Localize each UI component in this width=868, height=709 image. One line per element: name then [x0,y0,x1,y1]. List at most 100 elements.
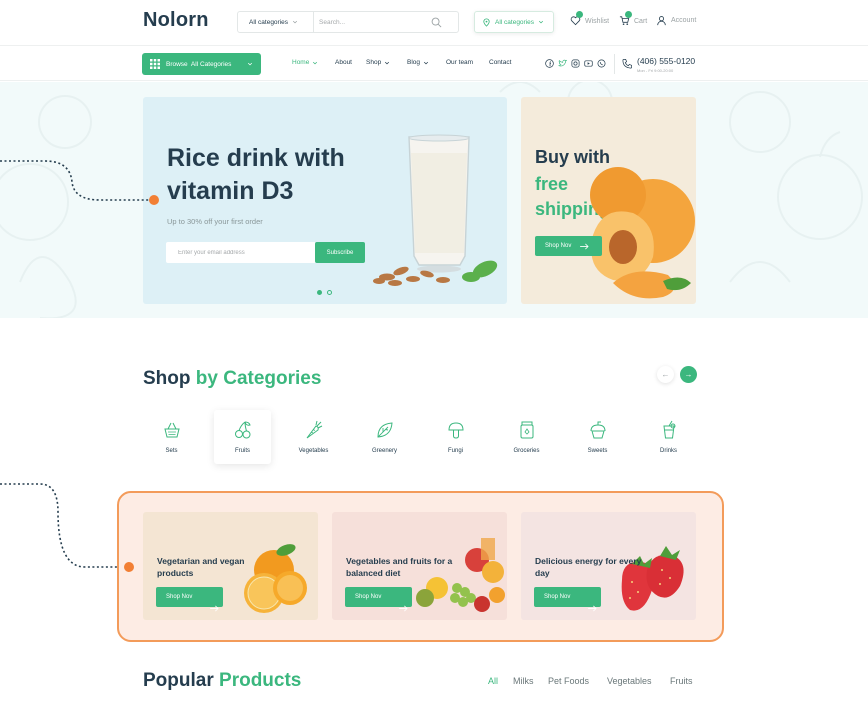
promo-shop-label: Shop Nov [355,594,382,600]
category-fungi[interactable]: Fungi [427,410,484,464]
wishlist-link[interactable]: Wishlist [570,11,610,28]
account-label: Account [671,17,697,24]
promo-card-vegan: Vegetarian and vegan products Shop Nov [143,512,318,620]
leaf-icon [376,422,393,438]
nav-our-team-label: Our team [446,59,474,66]
categories-prev-button[interactable]: ← [657,366,674,383]
search-box: All categories [237,11,459,33]
cart-badge [625,11,632,18]
promo-title: Vegetarian and vegan products [157,556,245,578]
nav-about[interactable]: About [335,59,352,66]
promo-title: Vegetables and fruits for a balanced die… [346,556,453,578]
category-label: Groceries [513,448,540,454]
popular-title-plain: Popular [143,670,214,691]
location-select[interactable]: All categories [474,11,554,33]
jar-icon [520,421,533,439]
email-input[interactable] [166,242,316,263]
promo-shop-button[interactable]: Shop Nov [345,587,412,612]
category-vegetables[interactable]: Vegetables [285,410,342,464]
hero-subtitle: Up to 30% off your first order [167,217,263,226]
callout-connector-1 [0,160,150,201]
milk-glass-image [373,134,498,286]
facebook-icon[interactable] [545,59,554,68]
youtube-icon[interactable] [584,59,593,68]
callout-marker-1 [149,195,159,205]
tab-vegetables[interactable]: Vegetables [607,676,652,686]
nav-shop-label: Shop [366,59,382,66]
category-sets[interactable]: Sets [143,410,200,464]
category-label: Fruits [235,448,250,454]
header-top: Nolorn All categories All categories Wis… [0,0,868,46]
promo-shop-button[interactable]: Shop Nov [156,587,223,612]
category-fruits[interactable]: Fruits [214,410,271,464]
browse-label: Browse All Categories [166,60,232,68]
arrow-right-icon [210,605,219,612]
account-link[interactable]: Account [656,15,696,26]
category-label: Vegetables [298,448,329,454]
categories-title-highlight: by Categories [195,368,322,389]
map-pin-icon [483,18,490,27]
phone-number[interactable]: (406) 555-0120 [637,56,695,66]
wishlist-badge [576,11,583,18]
search-category-select[interactable]: All categories [238,12,314,32]
mushroom-icon [447,422,464,439]
chevron-down-icon [385,61,390,64]
arrow-right-icon [588,605,597,612]
carousel-dot-active[interactable] [317,290,322,295]
browse-categories-button[interactable]: Browse All Categories [142,53,261,75]
category-label: Greenery [371,448,397,454]
cupcake-icon [590,421,605,439]
subscribe-button[interactable]: Subscribe [315,242,365,263]
promo-shop-label: Shop Nov [166,594,193,600]
category-groceries[interactable]: Groceries [498,410,555,464]
category-drinks[interactable]: Drinks [640,410,697,464]
drink-icon [662,420,675,439]
nav-contact[interactable]: Contact [489,59,511,66]
hero-main-banner: Rice drink with vitamin D3 Up to 30% off… [143,97,507,304]
search-icon[interactable] [431,17,442,28]
promo-shop-label: Shop Nov [544,594,571,600]
promo-shop-button[interactable]: Shop Nov [534,587,601,612]
side-shop-button[interactable]: Shop Nov [535,236,602,256]
tab-all[interactable]: All [488,676,498,686]
phone-icon [622,59,632,69]
category-label: Fungi [447,448,463,454]
chevron-down-icon [313,61,318,64]
nav-our-team[interactable]: Our team [446,59,473,66]
promo-title: Delicious energy for every day [535,556,642,578]
search-category-label: All categories [249,18,289,26]
nav-home-label: Home [292,59,310,66]
nav-shop[interactable]: Shop [366,59,390,66]
chevron-down-icon [292,20,298,24]
popular-title-highlight: Products [219,670,302,691]
phone-hours: Mon - Fri 9:00-20:00 [637,68,674,73]
categories-title-plain: Shop [143,368,191,389]
nav-home[interactable]: Home [292,59,318,66]
chevron-down-icon [423,61,429,64]
category-sweets[interactable]: Sweets [569,410,626,464]
nav-blog-label: Blog [407,59,421,66]
chevron-down-icon [248,62,253,66]
nav-blog[interactable]: Blog [407,59,429,66]
nav-about-label: About [335,59,352,66]
whatsapp-icon[interactable] [597,59,606,68]
tab-fruits[interactable]: Fruits [670,676,693,686]
grid-icon [150,59,160,69]
categories-next-button[interactable]: → [680,366,697,383]
twitter-icon[interactable] [558,59,567,68]
tab-milks[interactable]: Milks [513,676,534,686]
user-icon [657,16,666,26]
wishlist-label: Wishlist [585,18,610,25]
cart-link[interactable]: Cart [619,11,647,28]
instagram-icon[interactable] [571,59,580,68]
peach-image [590,167,695,299]
carousel-dot[interactable] [327,290,332,295]
category-label: Sweets [587,448,608,454]
category-greenery[interactable]: Greenery [356,410,413,464]
side-banner: Buy with free shipping Shop Nov [521,97,696,304]
main-nav: Browse All Categories Home About Shop Bl… [0,47,868,81]
tab-pet-foods[interactable]: Pet Foods [548,676,589,686]
promo-card-energy: Delicious energy for every day Shop Nov [521,512,696,620]
logo[interactable]: Nolorn [143,9,209,32]
nav-contact-label: Contact [489,59,512,66]
